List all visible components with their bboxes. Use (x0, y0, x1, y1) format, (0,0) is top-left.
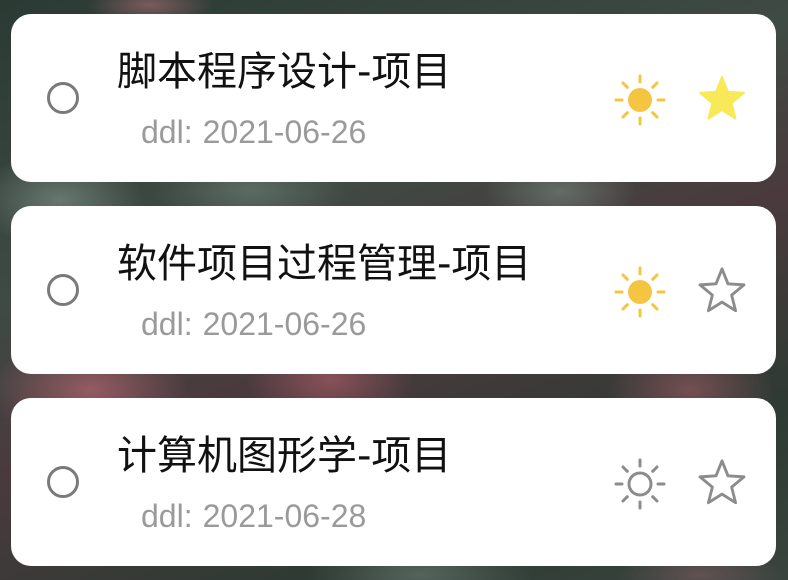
star-outline-icon[interactable] (695, 266, 749, 318)
task-deadline: ddl: 2021-06-26 (141, 304, 366, 344)
deadline-date: 2021-06-26 (202, 306, 367, 342)
task-title: 计算机图形学-项目 (117, 433, 452, 479)
sun-icon[interactable] (614, 74, 666, 126)
task-card[interactable]: 脚本程序设计-项目 ddl: 2021-06-26 (11, 14, 776, 182)
complete-task-checkbox[interactable] (47, 274, 79, 306)
complete-task-checkbox[interactable] (47, 466, 79, 498)
task-deadline: ddl: 2021-06-28 (141, 496, 366, 536)
deadline-prefix: ddl: (141, 306, 193, 342)
deadline-date: 2021-06-26 (202, 114, 367, 150)
deadline-prefix: ddl: (141, 498, 193, 534)
task-title: 软件项目过程管理-项目 (117, 241, 532, 287)
sun-icon[interactable] (614, 266, 666, 318)
star-outline-icon[interactable] (695, 458, 749, 510)
deadline-prefix: ddl: (141, 114, 193, 150)
star-filled-icon[interactable] (695, 74, 749, 126)
task-title: 脚本程序设计-项目 (117, 49, 452, 95)
task-card[interactable]: 计算机图形学-项目 ddl: 2021-06-28 (11, 398, 776, 566)
task-card[interactable]: 软件项目过程管理-项目 ddl: 2021-06-26 (11, 206, 776, 374)
task-deadline: ddl: 2021-06-26 (141, 112, 366, 152)
deadline-date: 2021-06-28 (202, 498, 367, 534)
complete-task-checkbox[interactable] (47, 82, 79, 114)
sun-outline-icon[interactable] (614, 458, 666, 510)
